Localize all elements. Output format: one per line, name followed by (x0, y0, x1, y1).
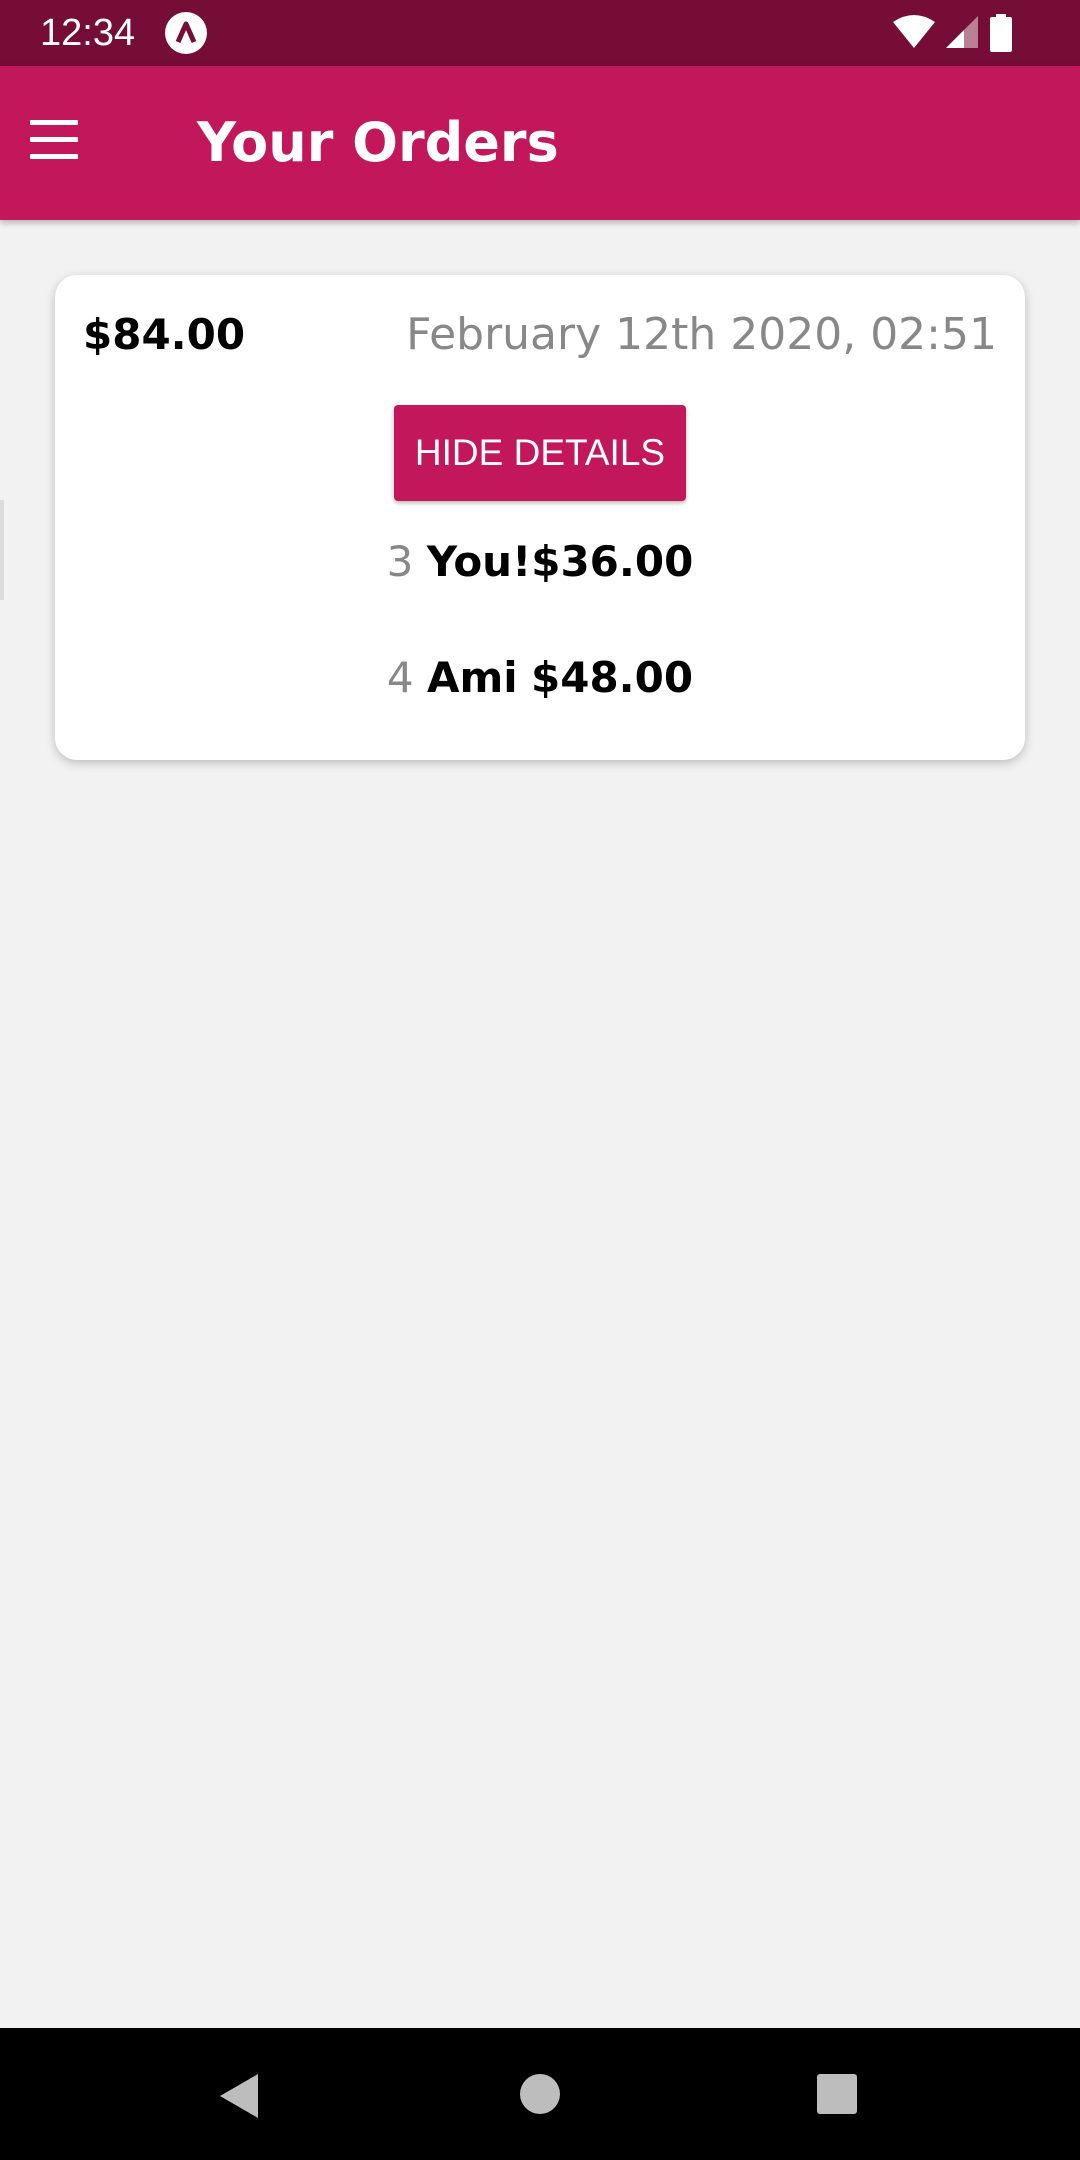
page-title: Your Orders (197, 111, 559, 174)
item-name: You! (426, 537, 532, 586)
item-quantity: 3 (386, 537, 414, 586)
order-item: 3 You!$36.00 (55, 532, 1025, 592)
status-icons (892, 14, 1042, 54)
back-icon[interactable] (218, 2072, 260, 2120)
item-price: $36.00 (531, 537, 694, 586)
item-name: Ami (426, 653, 518, 702)
item-quantity: 4 (386, 653, 414, 702)
app-notification-icon (165, 12, 207, 54)
order-date: February 12th 2020, 02:51 (406, 309, 997, 360)
app-bar: Your Orders (0, 66, 1080, 220)
recent-apps-icon[interactable] (817, 2074, 857, 2114)
status-time: 12:34 (40, 12, 136, 54)
order-card: $84.00 February 12th 2020, 02:51 HIDE DE… (55, 275, 1025, 760)
status-bar: 12:34 (0, 0, 1080, 66)
hide-details-button[interactable]: HIDE DETAILS (394, 405, 686, 501)
item-price: $48.00 (531, 653, 694, 702)
signal-icon (946, 16, 978, 48)
wifi-icon (893, 15, 935, 48)
hamburger-menu-icon[interactable] (30, 120, 78, 160)
battery-icon (990, 14, 1012, 52)
order-total: $84.00 (83, 310, 246, 359)
home-icon[interactable] (520, 2074, 560, 2114)
navigation-bar (0, 2028, 1080, 2160)
order-item: 4 Ami $48.00 (55, 648, 1025, 708)
drawer-edge-handle[interactable] (0, 500, 4, 600)
